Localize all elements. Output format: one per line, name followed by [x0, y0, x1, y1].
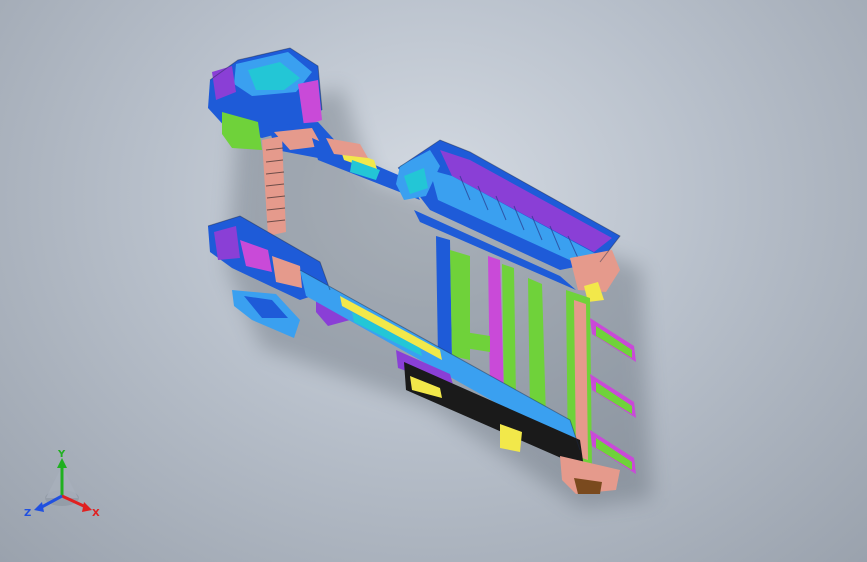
x-axis-arrow [82, 502, 92, 512]
graphics-viewport[interactable]: Y X Z [0, 0, 867, 562]
cad-assembly-model[interactable] [0, 0, 867, 562]
z-axis-label: Z [24, 508, 31, 519]
x-axis-label: X [92, 508, 100, 519]
z-axis-arrow [34, 502, 44, 512]
orientation-triad: Y X Z [22, 446, 108, 522]
y-axis-label: Y [57, 449, 66, 460]
